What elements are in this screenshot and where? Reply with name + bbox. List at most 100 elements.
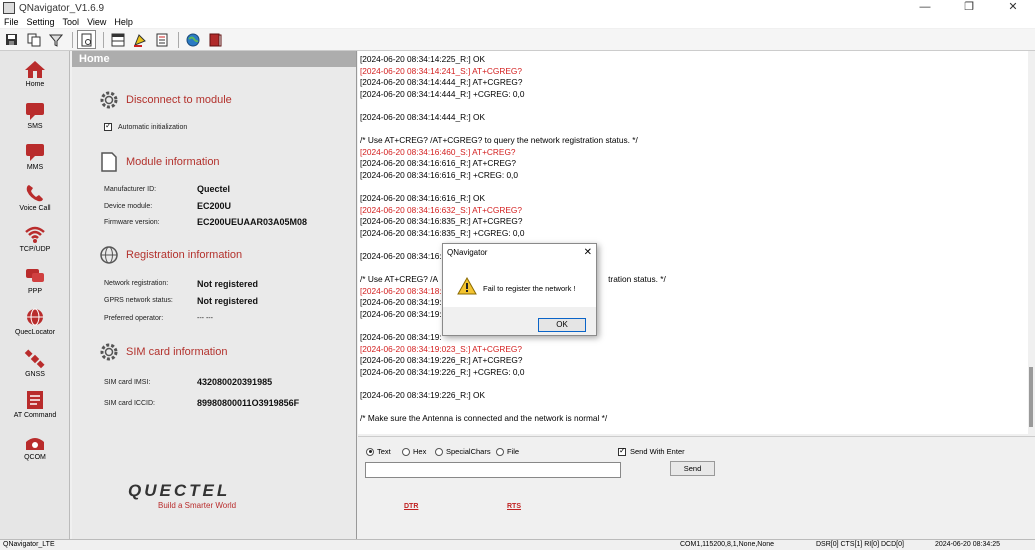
sidebar-item-label: QuecLocator bbox=[14, 329, 56, 336]
send-input[interactable] bbox=[365, 462, 621, 478]
sim-imsi-label: SIM card IMSI: bbox=[104, 379, 151, 386]
sidebar-item-ppp[interactable]: PPP bbox=[0, 266, 70, 295]
highlight-icon[interactable] bbox=[130, 30, 149, 49]
rts-toggle[interactable]: RTS bbox=[507, 503, 521, 510]
sim-gear-icon bbox=[100, 343, 118, 361]
home-panel: Home Disconnect to module Automatic init… bbox=[72, 51, 357, 539]
menu-view[interactable]: View bbox=[83, 16, 110, 28]
note-icon[interactable] bbox=[152, 30, 171, 49]
status-app: QNavigator_LTE bbox=[3, 541, 55, 548]
sms-icon bbox=[26, 103, 44, 120]
gprs-status-label: GPRS network status: bbox=[104, 297, 173, 304]
filter-icon[interactable] bbox=[46, 30, 65, 49]
status-bar: QNavigator_LTE COM1,115200,8,1,None,None… bbox=[0, 539, 1035, 550]
menu-setting[interactable]: Setting bbox=[23, 16, 59, 28]
log-line: [2024-06-20 08:34:14:444_R:] AT+CGREG? bbox=[360, 77, 523, 88]
document-icon bbox=[101, 152, 117, 172]
log-line: [2024-06-20 08:34:14:444_R:] +CGREG: 0,0 bbox=[360, 88, 525, 99]
globe-icon[interactable] bbox=[183, 30, 202, 49]
book-icon[interactable] bbox=[205, 30, 224, 49]
registration-info-heading: Registration information bbox=[98, 244, 242, 266]
sidebar-item-home[interactable]: Home bbox=[0, 59, 70, 88]
ppp-icon bbox=[26, 269, 44, 282]
log-scrollbar[interactable] bbox=[1028, 51, 1035, 434]
log-line: [2024-06-20 08:34:14:444_R:] OK bbox=[360, 111, 486, 122]
status-port: COM1,115200,8,1,None,None bbox=[680, 541, 775, 548]
log-line: [2024-06-20 08:34:16:616_R:] +CREG: 0,0 bbox=[360, 169, 518, 180]
mode-text-radio[interactable]: Text bbox=[366, 447, 391, 456]
minimize-button[interactable]: — bbox=[903, 0, 947, 16]
satellite-icon bbox=[24, 349, 45, 369]
firmware-value: EC200UEUAAR03A05M08 bbox=[197, 217, 308, 227]
log-line: [2024-06-20 08:34:19:023_S:] AT+CGREG? bbox=[360, 343, 522, 354]
radio-dot[interactable] bbox=[496, 447, 504, 456]
radio-dot[interactable] bbox=[435, 447, 443, 456]
sidebar-item-queclocator[interactable]: QuecLocator bbox=[0, 307, 70, 336]
title-bar: QNavigator_V1.6.9 — ❐ ✕ bbox=[0, 0, 1035, 16]
toolbar bbox=[0, 29, 1035, 51]
sidebar-item-label: Home bbox=[25, 81, 45, 88]
log-line: [2024-06-20 08:34:19:226_R:] AT+CGREG? bbox=[360, 355, 523, 366]
terminal-icon bbox=[27, 391, 43, 409]
send-button[interactable]: Send bbox=[670, 461, 715, 476]
ok-button[interactable]: OK bbox=[538, 318, 586, 332]
sidebar-item-label: AT Command bbox=[13, 412, 57, 419]
menu-tool[interactable]: Tool bbox=[59, 16, 84, 28]
home-icon bbox=[25, 61, 45, 78]
toolbar-separator bbox=[72, 31, 73, 48]
mode-hex-radio[interactable]: Hex bbox=[402, 447, 426, 456]
wifi-icon bbox=[25, 226, 45, 243]
save-icon[interactable] bbox=[2, 30, 21, 49]
copy-icon[interactable] bbox=[24, 30, 43, 49]
dtr-toggle[interactable]: DTR bbox=[404, 503, 418, 510]
window-icon[interactable] bbox=[108, 30, 127, 49]
sidebar-item-mms[interactable]: MMS bbox=[0, 142, 70, 171]
menu-help[interactable]: Help bbox=[110, 16, 137, 28]
section-title: Module information bbox=[126, 156, 220, 168]
globe-icon bbox=[100, 246, 118, 264]
checkbox[interactable] bbox=[618, 446, 626, 456]
log-line: [2024-06-20 08:34:16:835_R:] +CGREG: 0,0 bbox=[360, 227, 525, 238]
scrollbar-thumb[interactable] bbox=[1029, 367, 1033, 427]
mode-file-radio[interactable]: File bbox=[496, 447, 519, 456]
sidebar-item-voice-call[interactable]: Voice Call bbox=[0, 183, 70, 212]
window-controls: — ❐ ✕ bbox=[903, 0, 1035, 16]
dialog-close-button[interactable]: ✕ bbox=[584, 244, 592, 261]
radio-dot[interactable] bbox=[366, 447, 374, 456]
mode-specialchars-radio[interactable]: SpecialChars bbox=[435, 447, 491, 456]
sidebar-item-sms[interactable]: SMS bbox=[0, 101, 70, 130]
radio-dot[interactable] bbox=[402, 447, 410, 456]
sidebar-item-label: SMS bbox=[27, 123, 43, 130]
log-line: /* Make sure the Antenna is connected an… bbox=[360, 413, 608, 424]
globe-icon bbox=[27, 308, 43, 326]
menu-bar: File Setting Tool View Help bbox=[0, 16, 1035, 28]
auto-init-checkbox[interactable]: Automatic initialization bbox=[104, 121, 187, 131]
sidebar-item-gnss[interactable]: GNSS bbox=[0, 349, 70, 378]
document-search-icon[interactable] bbox=[77, 30, 96, 49]
logo-tagline: Build a Smarter World bbox=[158, 501, 237, 510]
radio-label: File bbox=[507, 447, 520, 456]
send-with-enter-checkbox[interactable]: Send With Enter bbox=[618, 446, 685, 456]
sidebar-item-label: QCOM bbox=[24, 454, 46, 461]
network-registration-label: Network registration: bbox=[104, 280, 169, 287]
qcom-icon bbox=[26, 438, 44, 450]
log-line: [2024-06-20 08:34:19:226_R:] OK bbox=[360, 390, 486, 401]
menu-file[interactable]: File bbox=[0, 16, 23, 28]
sidebar-item-tcp-udp[interactable]: TCP/UDP bbox=[0, 224, 70, 253]
log-line: [2024-06-20 08:34:14:241_S:] AT+CGREG? bbox=[360, 65, 522, 76]
log-line: [2024-06-20 08:34:19:226_R:] +CGREG: 0,0 bbox=[360, 367, 525, 378]
dialog-footer: OK bbox=[443, 307, 596, 335]
manufacturer-label: Manufacturer ID: bbox=[104, 186, 157, 193]
disconnect-module-button[interactable]: Disconnect to module bbox=[98, 89, 232, 111]
manufacturer-value: Quectel bbox=[197, 184, 231, 194]
module-info-heading: Module information bbox=[98, 151, 220, 173]
sidebar-item-at-command[interactable]: AT Command bbox=[0, 390, 70, 419]
close-button[interactable]: ✕ bbox=[991, 0, 1035, 16]
sidebar-item-qcom[interactable]: QCOM bbox=[0, 432, 70, 461]
maximize-button[interactable]: ❐ bbox=[947, 0, 991, 16]
sidebar-item-label: TCP/UDP bbox=[19, 246, 51, 253]
checkbox[interactable] bbox=[104, 121, 112, 131]
